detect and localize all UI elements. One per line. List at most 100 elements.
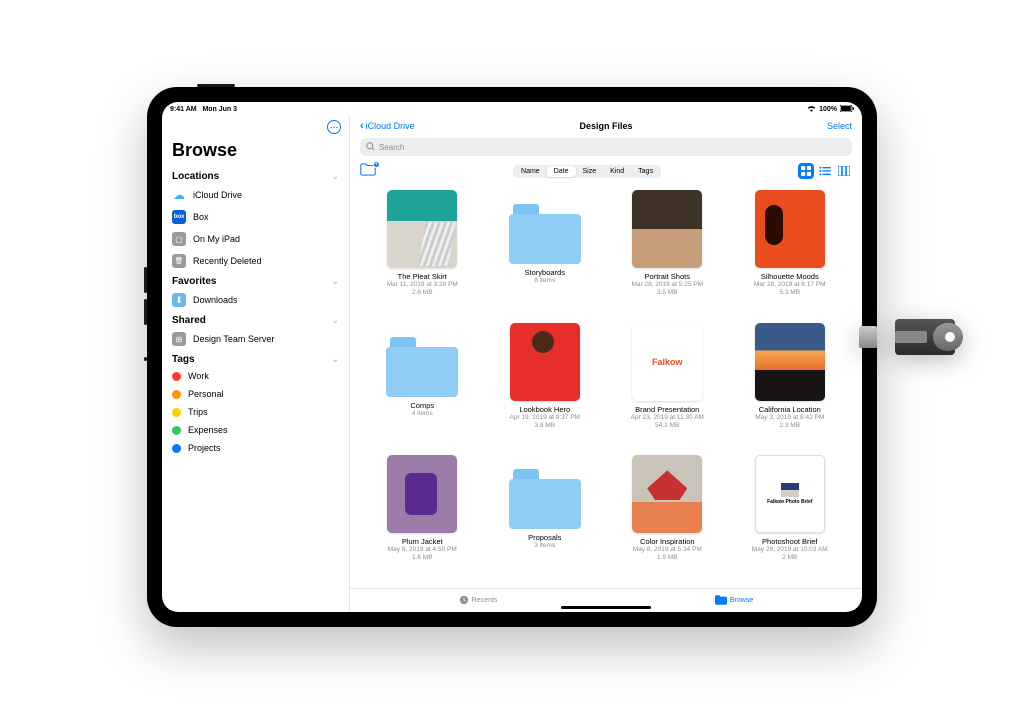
- sidebar-item-downloads[interactable]: ⬇ Downloads: [162, 289, 349, 311]
- trash-icon: 🗑: [172, 254, 186, 268]
- file-meta: 4 items: [412, 410, 433, 418]
- file-meta: Apr 23, 2019 at 11:30 AM54.1 MB: [631, 414, 704, 430]
- recents-label: Recents: [472, 597, 498, 604]
- sidebar-item-label: Design Team Server: [193, 334, 274, 344]
- sort-size[interactable]: Size: [576, 166, 604, 177]
- browse-tab[interactable]: Browse: [715, 595, 753, 607]
- file-item[interactable]: California Location May 3, 2019 at 8:42 …: [734, 323, 847, 448]
- tag-color-dot: [172, 426, 181, 435]
- cloud-icon: ☁: [172, 188, 186, 202]
- select-button[interactable]: Select: [827, 121, 852, 131]
- favorites-label: Favorites: [172, 276, 216, 287]
- file-name: Brand Presentation: [635, 405, 699, 414]
- file-item[interactable]: Silhouette Moods Mar 28, 2019 at 6:17 PM…: [734, 190, 847, 315]
- main-content: ‹ iCloud Drive Design Files Select Searc…: [350, 116, 862, 612]
- sidebar: ⋯ Browse Locations ⌄ ☁ iCloud Drive box …: [162, 116, 350, 612]
- file-item[interactable]: Proposals 3 items: [489, 455, 602, 580]
- ipad-device-frame: 9:41 AM Mon Jun 3 100%: [147, 87, 877, 627]
- sidebar-item-recently-deleted[interactable]: 🗑 Recently Deleted: [162, 250, 349, 272]
- sort-kind[interactable]: Kind: [603, 166, 631, 177]
- folder-icon: [509, 204, 581, 264]
- sidebar-title: Browse: [162, 138, 349, 167]
- box-icon: box: [172, 210, 186, 224]
- file-name: Plum Jacket: [402, 537, 443, 546]
- sidebar-tag-personal[interactable]: Personal: [162, 385, 349, 403]
- section-header-favorites[interactable]: Favorites ⌄: [162, 272, 349, 289]
- sort-name[interactable]: Name: [514, 166, 547, 177]
- chevron-down-icon: ⌄: [331, 354, 339, 365]
- file-meta: May 3, 2019 at 8:42 PM2.3 MB: [755, 414, 824, 430]
- file-meta: Apr 19, 2019 at 9:37 PM3.8 MB: [510, 414, 580, 430]
- sidebar-item-label: On My iPad: [193, 234, 240, 244]
- file-item[interactable]: Portrait Shots Mar 28, 2019 at 5:25 PM3.…: [611, 190, 724, 315]
- tag-color-dot: [172, 372, 181, 381]
- file-grid: The Pleat Skirt Mar 11, 2019 at 3:28 PM2…: [350, 182, 862, 588]
- tags-label: Tags: [172, 354, 195, 365]
- file-meta: Mar 11, 2019 at 3:28 PM2.6 MB: [387, 281, 458, 297]
- sort-tags[interactable]: Tags: [631, 166, 660, 177]
- sidebar-tag-expenses[interactable]: Expenses: [162, 421, 349, 439]
- file-item[interactable]: Plum Jacket May 6, 2019 at 4:50 PM1.6 MB: [366, 455, 479, 580]
- file-meta: May 6, 2019 at 4:50 PM1.6 MB: [388, 546, 457, 562]
- sidebar-item-icloud-drive[interactable]: ☁ iCloud Drive: [162, 184, 349, 206]
- sidebar-item-box[interactable]: box Box: [162, 206, 349, 228]
- section-header-tags[interactable]: Tags ⌄: [162, 350, 349, 367]
- file-name: Portrait Shots: [645, 272, 690, 281]
- status-date: Mon Jun 3: [202, 106, 237, 113]
- section-header-shared[interactable]: Shared ⌄: [162, 311, 349, 328]
- tag-color-dot: [172, 390, 181, 399]
- list-view-button[interactable]: [817, 163, 833, 179]
- tag-label: Work: [188, 371, 209, 381]
- file-thumbnail: [632, 190, 702, 268]
- file-meta: Mar 28, 2019 at 5:25 PM3.5 MB: [631, 281, 703, 297]
- file-item[interactable]: The Pleat Skirt Mar 11, 2019 at 3:28 PM2…: [366, 190, 479, 315]
- view-mode-switcher: [798, 163, 852, 179]
- search-input[interactable]: Search: [360, 138, 852, 156]
- search-placeholder: Search: [379, 143, 404, 152]
- file-item[interactable]: Falkow Brand Presentation Apr 23, 2019 a…: [611, 323, 724, 448]
- new-folder-button[interactable]: +: [360, 163, 376, 179]
- tag-color-dot: [172, 408, 181, 417]
- chevron-down-icon: ⌄: [331, 276, 339, 287]
- tag-label: Expenses: [188, 425, 228, 435]
- plus-badge-icon: +: [373, 161, 380, 168]
- browse-label: Browse: [730, 597, 753, 604]
- power-button: [197, 84, 235, 87]
- file-thumbnail: [632, 455, 702, 533]
- section-header-locations[interactable]: Locations ⌄: [162, 167, 349, 184]
- file-item[interactable]: Color Inspiration May 8, 2019 at 5:34 PM…: [611, 455, 724, 580]
- file-item[interactable]: Comps 4 items: [366, 323, 479, 448]
- file-name: Storyboards: [525, 268, 565, 277]
- folder-icon: [386, 337, 458, 397]
- icon-view-button[interactable]: [798, 163, 814, 179]
- sidebar-item-on-my-ipad[interactable]: ▢ On My iPad: [162, 228, 349, 250]
- file-name: California Location: [759, 405, 821, 414]
- file-item[interactable]: Lookbook Hero Apr 19, 2019 at 9:37 PM3.8…: [489, 323, 602, 448]
- column-view-button[interactable]: [836, 163, 852, 179]
- file-meta: 3 items: [534, 542, 555, 550]
- recents-tab[interactable]: Recents: [459, 595, 498, 607]
- file-thumbnail: [755, 190, 825, 268]
- back-button[interactable]: ‹ iCloud Drive: [360, 120, 415, 132]
- sidebar-item-label: Recently Deleted: [193, 256, 262, 266]
- file-name: Comps: [410, 401, 434, 410]
- toolbar: + NameDateSizeKindTags: [350, 160, 862, 182]
- sidebar-item-design-team-server[interactable]: ⊞ Design Team Server: [162, 328, 349, 350]
- file-name: Photoshoot Brief: [762, 537, 817, 546]
- battery-percent: 100%: [819, 106, 837, 113]
- file-thumbnail: Falkow Photo Brief: [755, 455, 825, 533]
- sidebar-tag-trips[interactable]: Trips: [162, 403, 349, 421]
- locations-label: Locations: [172, 171, 219, 182]
- volume-down-button: [144, 299, 147, 325]
- file-item[interactable]: Falkow Photo Brief Photoshoot Brief May …: [734, 455, 847, 580]
- file-item[interactable]: Storyboards 8 items: [489, 190, 602, 315]
- download-icon: ⬇: [172, 293, 186, 307]
- file-name: Lookbook Hero: [519, 405, 570, 414]
- sidebar-tag-projects[interactable]: Projects: [162, 439, 349, 457]
- sort-date[interactable]: Date: [547, 166, 576, 177]
- chevron-left-icon: ‹: [360, 120, 364, 132]
- more-options-button[interactable]: ⋯: [327, 120, 341, 134]
- sidebar-tag-work[interactable]: Work: [162, 367, 349, 385]
- home-indicator[interactable]: [561, 606, 651, 609]
- files-app: ⋯ Browse Locations ⌄ ☁ iCloud Drive box …: [162, 116, 862, 612]
